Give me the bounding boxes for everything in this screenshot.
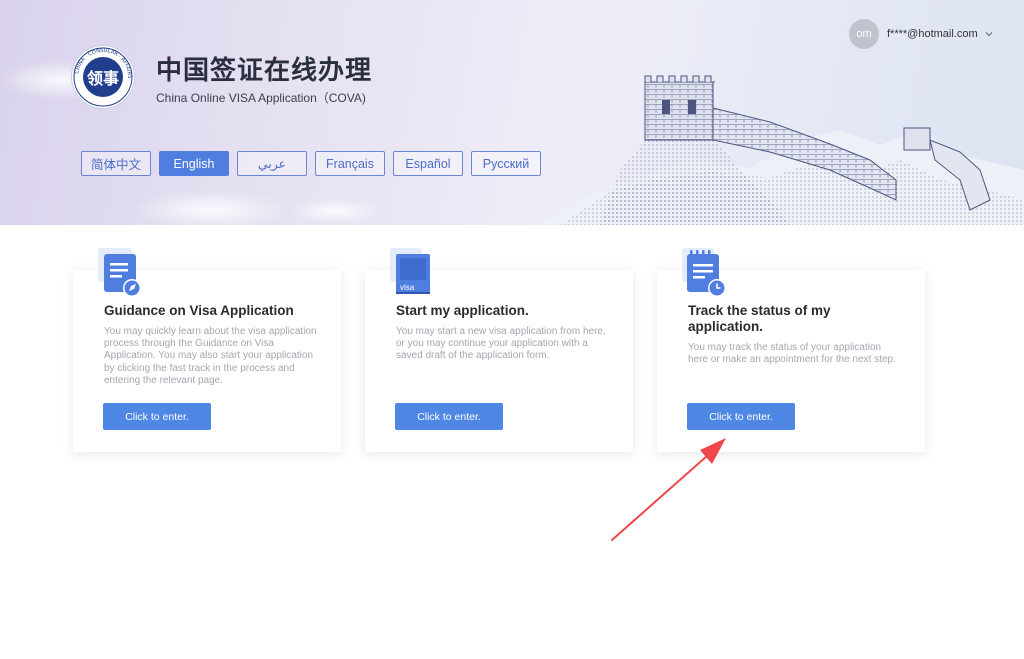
language-selector: 简体中文 English عربي Français Español Русск… bbox=[81, 151, 541, 176]
chevron-down-icon[interactable] bbox=[984, 29, 994, 39]
annotation-arrow-icon bbox=[611, 438, 726, 541]
site-title-en: China Online VISA Application（COVA) bbox=[156, 91, 366, 105]
enter-application-button[interactable]: Click to enter. bbox=[395, 403, 503, 430]
lang-button-ru[interactable]: Русский bbox=[471, 151, 541, 176]
lang-button-zh[interactable]: 简体中文 bbox=[81, 151, 151, 176]
card-description: You may quickly learn about the visa app… bbox=[104, 326, 317, 386]
avatar[interactable]: om bbox=[849, 19, 879, 49]
lang-button-en[interactable]: English bbox=[159, 151, 229, 176]
card-title: Start my application. bbox=[396, 303, 529, 318]
lang-button-fr[interactable]: Français bbox=[315, 151, 385, 176]
notepad-clock-icon bbox=[679, 248, 729, 298]
visa-book-icon: visa bbox=[387, 248, 437, 298]
enter-track-status-button[interactable]: Click to enter. bbox=[687, 403, 795, 430]
card-title: Track the status of my application. bbox=[688, 303, 831, 334]
visa-book-text: visa bbox=[400, 283, 415, 292]
site-title-cn: 中国签证在线办理 bbox=[156, 56, 373, 86]
cloud-decoration bbox=[130, 190, 290, 225]
card-description: You may start a new visa application fro… bbox=[396, 326, 606, 362]
consular-affairs-logo: CHINA · CONSULAR · AFFAIRS 领事 bbox=[72, 46, 134, 108]
card-title: Guidance on Visa Application bbox=[104, 303, 294, 318]
document-compass-icon bbox=[95, 248, 145, 298]
card-start-application: visa Start my application. You may start… bbox=[365, 248, 633, 452]
logo-center-text: 领事 bbox=[83, 57, 123, 97]
user-email[interactable]: f****@hotmail.com bbox=[887, 28, 978, 40]
card-visa-guidance: Guidance on Visa Application You may qui… bbox=[73, 248, 341, 452]
great-wall-illustration bbox=[540, 75, 1024, 225]
user-menu[interactable]: om f****@hotmail.com bbox=[849, 19, 994, 49]
card-track-status: Track the status of my application. You … bbox=[657, 248, 925, 452]
cloud-decoration bbox=[290, 198, 380, 224]
card-description: You may track the status of your applica… bbox=[688, 342, 896, 366]
enter-guidance-button[interactable]: Click to enter. bbox=[103, 403, 211, 430]
header-banner: CHINA · CONSULAR · AFFAIRS 领事 中国签证在线办理 C… bbox=[0, 0, 1024, 225]
lang-button-es[interactable]: Español bbox=[393, 151, 463, 176]
lang-button-ar[interactable]: عربي bbox=[237, 151, 307, 176]
